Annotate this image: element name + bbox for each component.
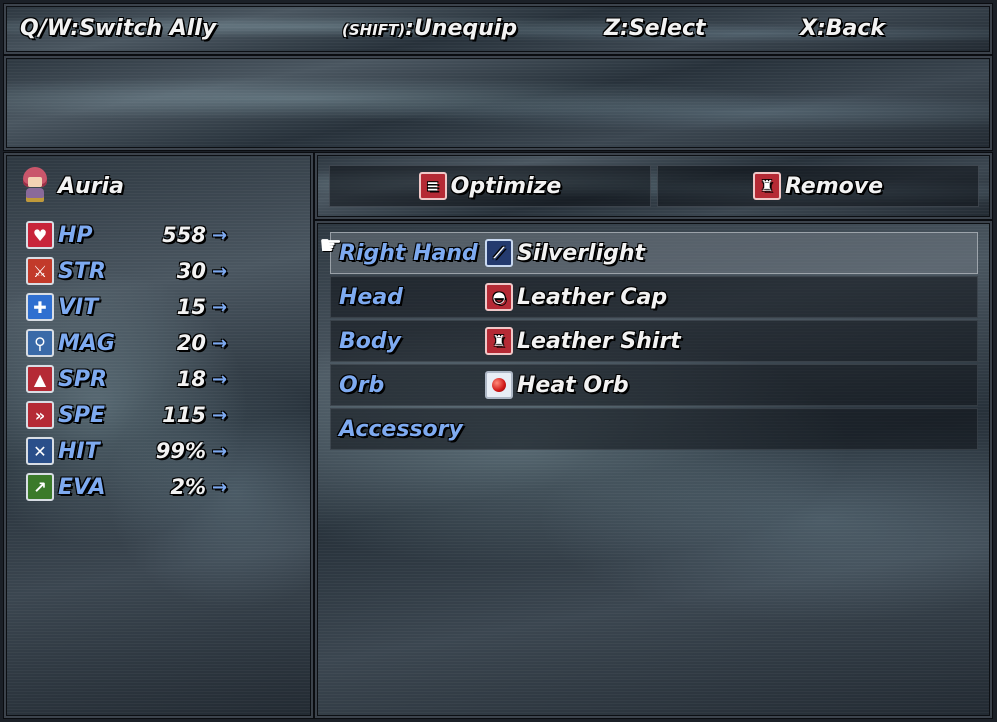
- unequip-hint: (SHIFT):Unequip: [342, 16, 517, 41]
- shield-icon: ✚: [26, 293, 54, 321]
- orb-icon: [485, 371, 513, 399]
- slot-orb[interactable]: Orb Heat Orb: [330, 364, 978, 406]
- arrow-right-icon: →: [212, 404, 228, 426]
- boots-icon: »: [26, 401, 54, 429]
- arrow-right-icon: →: [212, 476, 228, 498]
- command-window: ≡ Optimize ♜ Remove: [315, 153, 992, 219]
- wizard-hat-icon: ▲: [26, 365, 54, 393]
- slot-item-name: Silverlight: [517, 240, 646, 266]
- optimize-button[interactable]: ≡ Optimize: [329, 165, 651, 207]
- stat-name: STR: [58, 258, 106, 284]
- status-window: Auria ♥ HP 558 → ⚔ STR 30 → ✚ VIT 15 → ⚲…: [4, 153, 313, 718]
- stat-row-mag: ⚲ MAG 20 →: [26, 327, 266, 359]
- slot-body[interactable]: Body ♜ Leather Shirt: [330, 320, 978, 362]
- sword-strike-icon: ⚔: [26, 257, 54, 285]
- stat-name: EVA: [58, 474, 106, 500]
- arrow-right-icon: →: [212, 296, 228, 318]
- stat-row-hit: ✕ HIT 99% →: [26, 435, 266, 467]
- stat-name: SPE: [58, 402, 105, 428]
- unequip-label: :Unequip: [405, 16, 518, 41]
- stat-row-spe: » SPE 115 →: [26, 399, 266, 431]
- stat-name: HIT: [58, 438, 100, 464]
- heart-icon: ♥: [26, 221, 54, 249]
- optimize-icon: ≡: [418, 172, 447, 200]
- actor-header: Auria: [20, 167, 124, 205]
- slot-label: Body: [339, 328, 401, 354]
- stat-name: MAG: [58, 330, 115, 356]
- equip-slot-window: Right Hand ⟋ Silverlight Head ◓ Leather …: [315, 221, 992, 718]
- unequip-key: (SHIFT): [342, 21, 406, 39]
- stat-value: 99%: [155, 439, 206, 463]
- remove-button[interactable]: ♜ Remove: [657, 165, 979, 207]
- slot-label: Orb: [339, 372, 385, 398]
- slot-item-name: Leather Shirt: [517, 328, 681, 354]
- slot-label: Accessory: [339, 416, 463, 442]
- arrow-right-icon: →: [212, 224, 228, 246]
- stat-row-hp: ♥ HP 558 →: [26, 219, 266, 251]
- arrow-right-icon: →: [212, 368, 228, 390]
- stat-value: 558: [162, 223, 206, 247]
- stat-value: 115: [162, 403, 206, 427]
- arrow-right-icon: →: [212, 332, 228, 354]
- cap-icon: ◓: [485, 283, 513, 311]
- stat-name: VIT: [58, 294, 99, 320]
- back-hint: X:Back: [800, 16, 886, 41]
- stat-row-str: ⚔ STR 30 →: [26, 255, 266, 287]
- slot-head[interactable]: Head ◓ Leather Cap: [330, 276, 978, 318]
- slot-accessory[interactable]: Accessory: [330, 408, 978, 450]
- magic-staff-icon: ⚲: [26, 329, 54, 357]
- shirt-icon: ♜: [752, 172, 781, 200]
- slot-item: ♜ Leather Shirt: [485, 327, 681, 355]
- stat-value: 15: [176, 295, 206, 319]
- stat-value: 18: [176, 367, 206, 391]
- slot-item-name: Leather Cap: [517, 284, 668, 310]
- slot-item: Heat Orb: [485, 371, 629, 399]
- stat-name: HP: [58, 222, 93, 248]
- slot-label: Head: [339, 284, 403, 310]
- arrow-right-icon: →: [212, 260, 228, 282]
- slot-item: ◓ Leather Cap: [485, 283, 667, 311]
- help-window: Q/W:Switch Ally (SHIFT):Unequip Z:Select…: [4, 4, 992, 54]
- winged-boot-icon: ↗: [26, 473, 54, 501]
- shirt-icon: ♜: [485, 327, 513, 355]
- slot-right-hand[interactable]: Right Hand ⟋ Silverlight: [330, 232, 978, 274]
- stat-name: SPR: [58, 366, 107, 392]
- stat-value: 30: [176, 259, 206, 283]
- slot-item: ⟋ Silverlight: [485, 239, 645, 267]
- select-hint: Z:Select: [604, 16, 706, 41]
- hand-pointer-icon: ☛: [319, 231, 343, 261]
- slot-item-name: Heat Orb: [517, 372, 629, 398]
- remove-label: Remove: [784, 173, 884, 199]
- actor-name: Auria: [58, 173, 124, 199]
- optimize-label: Optimize: [450, 173, 562, 199]
- stat-value: 20: [176, 331, 206, 355]
- actor-portrait: [20, 167, 50, 205]
- description-window: [4, 56, 992, 150]
- stat-row-spr: ▲ SPR 18 →: [26, 363, 266, 395]
- arrow-right-icon: →: [212, 440, 228, 462]
- stat-row-vit: ✚ VIT 15 →: [26, 291, 266, 323]
- slot-label: Right Hand: [339, 240, 478, 266]
- stat-value: 2%: [170, 475, 206, 499]
- stat-row-eva: ↗ EVA 2% →: [26, 471, 266, 503]
- crossed-swords-icon: ✕: [26, 437, 54, 465]
- sword-icon: ⟋: [485, 239, 513, 267]
- switch-ally-hint: Q/W:Switch Ally: [20, 16, 217, 41]
